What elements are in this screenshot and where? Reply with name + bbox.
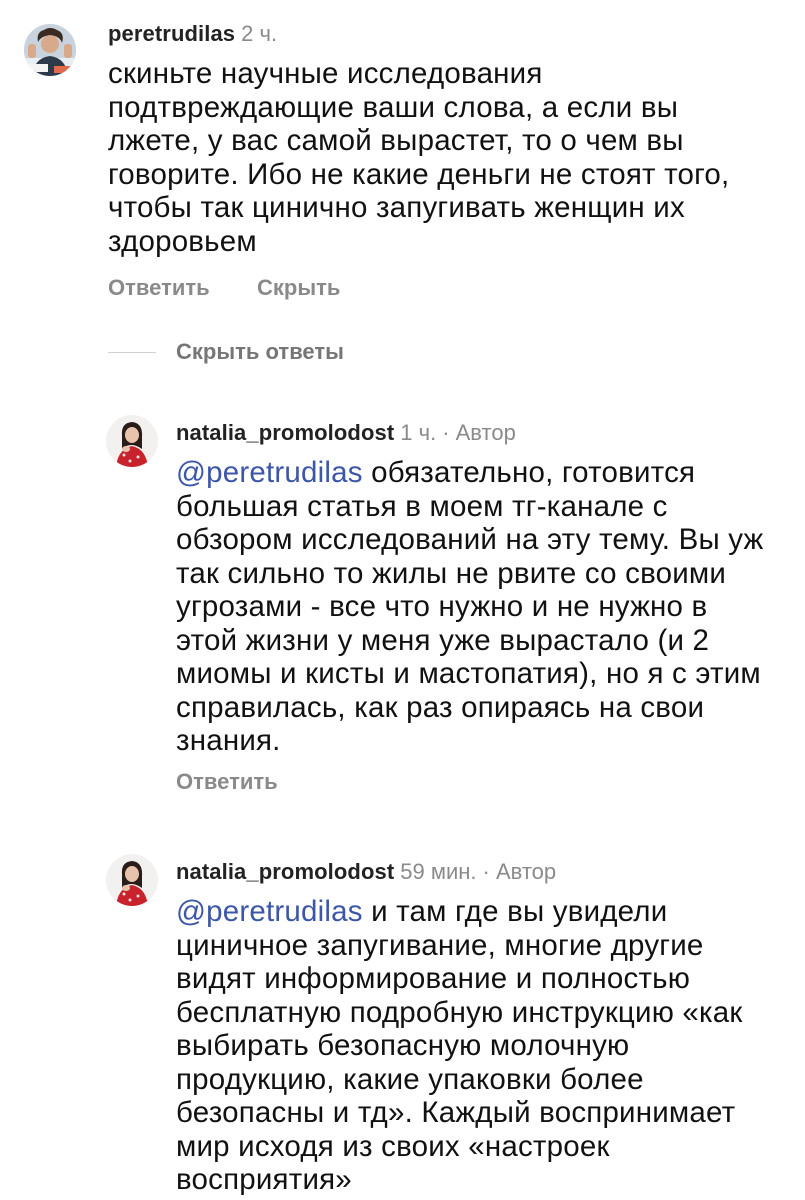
comment-text: скиньте научные исследования подтвреждаю…	[108, 57, 748, 258]
comment-text: @peretrudilas и там где вы увидели цинич…	[176, 895, 776, 1197]
comment-time: 59 мин.	[400, 859, 477, 884]
replies-divider	[108, 352, 156, 353]
reply-button[interactable]: Ответить	[176, 769, 278, 795]
author-badge: · Автор	[442, 420, 516, 445]
comment-text: @peretrudilas обязательно, готовится бол…	[176, 456, 766, 758]
mention-link[interactable]: @peretrudilas	[176, 456, 363, 489]
username[interactable]: peretrudilas	[108, 21, 235, 46]
comment-body: и там где вы увидели циничное запугивани…	[176, 895, 743, 1196]
avatar[interactable]	[106, 854, 158, 906]
hide-replies-button[interactable]: Скрыть ответы	[176, 339, 344, 365]
user-avatar-icon	[24, 24, 76, 76]
username[interactable]: natalia_promolodost	[176, 420, 394, 445]
reply-button[interactable]: Ответить	[108, 275, 210, 301]
avatar[interactable]	[24, 24, 76, 76]
author-avatar-icon	[106, 415, 158, 467]
comment-time: 2 ч.	[241, 21, 278, 46]
comment-body: обязательно, готовится большая статья в …	[176, 456, 764, 757]
hide-button[interactable]: Скрыть	[257, 275, 340, 301]
mention-link[interactable]: @peretrudilas	[176, 895, 363, 928]
username[interactable]: natalia_promolodost	[176, 859, 394, 884]
avatar[interactable]	[106, 415, 158, 467]
author-avatar-icon	[106, 854, 158, 906]
author-badge: · Автор	[482, 859, 557, 884]
comment-time: 1 ч.	[400, 420, 437, 445]
comment-body: скиньте научные исследования подтвреждаю…	[108, 57, 730, 258]
